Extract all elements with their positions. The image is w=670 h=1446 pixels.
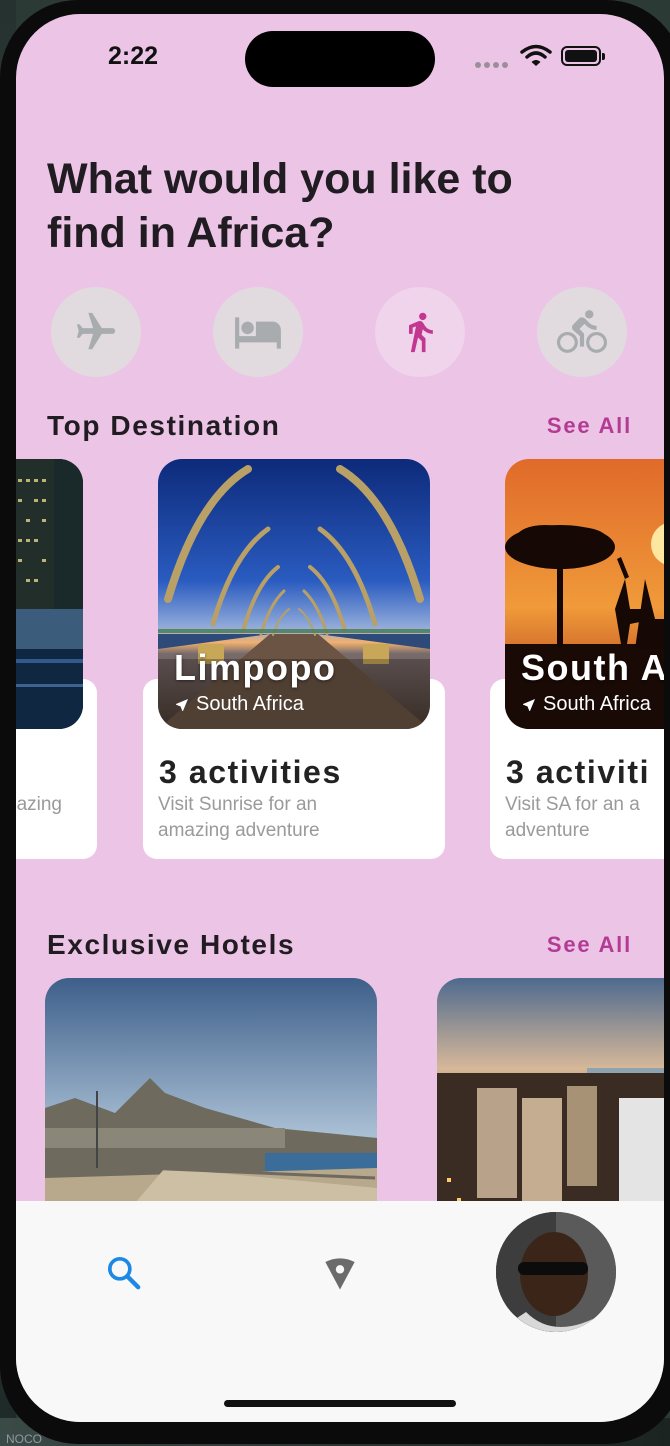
section-title-exclusive-hotels: Exclusive Hotels: [47, 929, 296, 960]
destination-card-image[interactable]: Limpopo South Africa: [158, 459, 430, 729]
hotel-card-image[interactable]: [437, 978, 664, 1238]
app-screen: 2:22 What would you like to find in Afri…: [16, 14, 664, 1422]
signal-icon: [475, 62, 508, 68]
dynamic-island: [245, 31, 435, 87]
destination-card-image[interactable]: South A South Africa: [505, 459, 664, 729]
destination-activities-count: 3 activiti: [506, 754, 651, 790]
category-bikes-button[interactable]: [537, 287, 627, 377]
beach-promenade-image: [45, 978, 377, 1238]
see-all-destinations-link[interactable]: See All: [547, 413, 632, 439]
destination-card-description: nazing: [16, 794, 62, 815]
destination-activities-count: 3 activities: [159, 754, 342, 790]
destination-card-description: Visit SA for an a adventure: [505, 794, 640, 841]
avatar[interactable]: [496, 1212, 616, 1332]
search-icon: [108, 1257, 141, 1290]
category-activities-button[interactable]: [375, 287, 465, 377]
nav-search-button[interactable]: [104, 1253, 144, 1293]
destination-name: Limpopo: [174, 647, 337, 688]
nav-explore-button[interactable]: [318, 1251, 362, 1295]
page-title: What would you like to find in Africa?: [47, 155, 513, 257]
city-evening-image: [437, 978, 664, 1238]
destination-location-label: South Africa: [196, 693, 304, 715]
destination-location: South Africa: [521, 693, 651, 716]
category-hotels-button[interactable]: [213, 287, 303, 377]
map-pin-icon: [325, 1258, 355, 1290]
status-time: 2:22: [108, 42, 159, 70]
city-night-image: [16, 459, 83, 729]
destination-name: South A: [521, 647, 664, 688]
home-indicator: [224, 1400, 456, 1407]
battery-icon: [561, 46, 605, 66]
destination-card-image[interactable]: [16, 459, 83, 729]
profile-photo: [496, 1212, 616, 1332]
destination-location-label: South Africa: [543, 693, 651, 715]
phone-frame: 2:22 What would you like to find in Afri…: [0, 0, 670, 1444]
walking-icon: [409, 312, 433, 353]
bed-icon: [235, 317, 281, 349]
wifi-icon: [520, 44, 552, 66]
see-all-hotels-link[interactable]: See All: [547, 932, 632, 958]
category-flights-button[interactable]: [51, 287, 141, 377]
location-arrow-icon: [176, 698, 188, 711]
bicycle-icon: [557, 310, 607, 353]
section-title-top-destination: Top Destination: [47, 410, 281, 441]
location-arrow-icon: [523, 698, 535, 711]
destination-location: South Africa: [174, 693, 304, 716]
airplane-icon: [76, 312, 116, 350]
destination-card-description: Visit Sunrise for an amazing adventure: [158, 794, 320, 841]
hotel-card-image[interactable]: [45, 978, 377, 1238]
